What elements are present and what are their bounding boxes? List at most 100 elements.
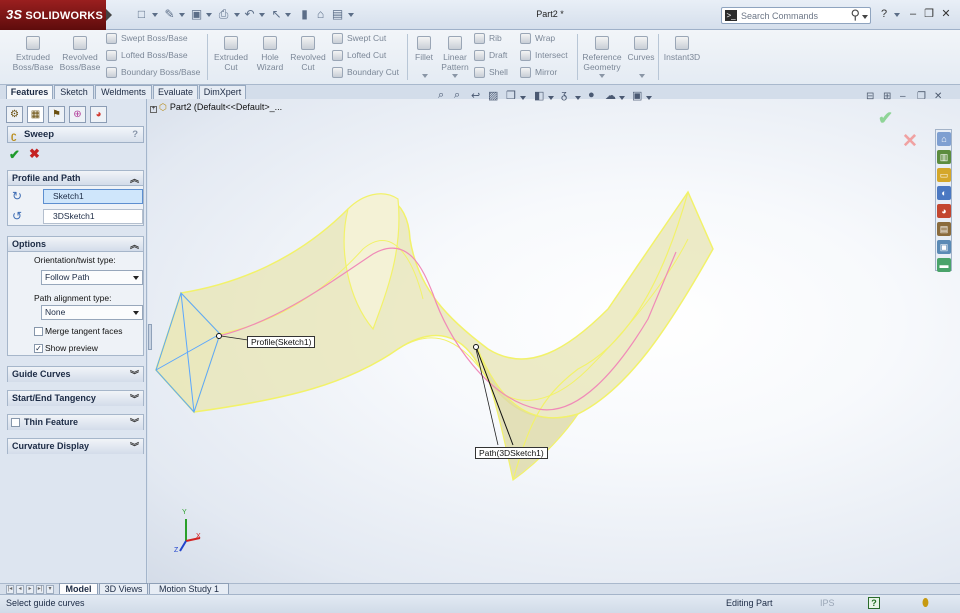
- options-header[interactable]: Options ︽: [8, 237, 143, 252]
- custom-properties-icon[interactable]: ▤: [937, 222, 951, 236]
- options-icon[interactable]: ▤: [331, 8, 344, 21]
- help-dropdown-icon[interactable]: [894, 13, 900, 17]
- apply-scene-icon[interactable]: ☁: [605, 89, 616, 102]
- expand-chevron-icon[interactable]: ︾: [130, 392, 139, 406]
- restore-button[interactable]: ❐: [922, 8, 936, 21]
- photoview-icon[interactable]: ▣: [937, 240, 951, 254]
- view-orientation-icon[interactable]: ❒: [506, 89, 516, 102]
- draft-button[interactable]: Draft: [474, 48, 507, 62]
- minimize-button[interactable]: –: [906, 8, 920, 21]
- lofted-boss-button[interactable]: Lofted Boss/Base: [106, 48, 188, 62]
- first-tab-arrow-icon[interactable]: |◂: [6, 585, 14, 594]
- unit-system[interactable]: IPS: [820, 598, 835, 608]
- next-tab-arrow-icon[interactable]: ▸: [26, 585, 34, 594]
- profile-point[interactable]: [216, 333, 222, 339]
- print-dropdown-icon[interactable]: [234, 13, 240, 17]
- display-manager-tab-icon[interactable]: ◕: [90, 106, 107, 123]
- thin-feature-group[interactable]: Thin Feature ︾: [7, 414, 144, 430]
- tab-list-arrow-icon[interactable]: ▾: [46, 585, 54, 594]
- tab-dimxpert[interactable]: DimXpert: [199, 85, 246, 99]
- intersect-button[interactable]: Intersect: [520, 48, 568, 62]
- extruded-boss-button[interactable]: Extruded Boss/Base: [10, 36, 56, 72]
- feature-manager-tab-icon[interactable]: ⚙: [6, 106, 23, 123]
- shell-button[interactable]: Shell: [474, 65, 508, 79]
- undo-icon[interactable]: ↶: [243, 8, 256, 21]
- section-view-icon[interactable]: ▨: [488, 89, 498, 102]
- zoom-to-fit-icon[interactable]: ⌕: [438, 89, 444, 102]
- panel-collapse-handle[interactable]: [148, 324, 152, 350]
- previous-view-icon[interactable]: ↩: [471, 89, 480, 102]
- hide-show-items-icon[interactable]: ᵹ: [561, 89, 567, 101]
- expand-chevron-icon[interactable]: ︾: [130, 416, 139, 430]
- search-icon[interactable]: ⚲: [850, 7, 860, 23]
- curves-dropdown-icon[interactable]: [639, 74, 645, 78]
- profile-and-path-header[interactable]: Profile and Path ︽: [8, 171, 143, 186]
- extruded-cut-button[interactable]: Extruded Cut: [211, 36, 251, 72]
- expand-chevron-icon[interactable]: ︾: [130, 368, 139, 382]
- hole-wizard-button[interactable]: Hole Wizard: [251, 36, 289, 72]
- design-library-icon[interactable]: ▥: [937, 150, 951, 164]
- lofted-cut-button[interactable]: Lofted Cut: [332, 48, 386, 62]
- path-point[interactable]: [473, 344, 479, 350]
- view-settings-dropdown-icon[interactable]: [646, 96, 652, 100]
- viewport-prev-icon[interactable]: ⊟: [866, 91, 874, 102]
- help-icon[interactable]: ?: [132, 127, 138, 142]
- confirm-cancel-icon[interactable]: ✕: [902, 130, 918, 153]
- collapse-chevron-icon[interactable]: ︽: [130, 172, 139, 186]
- view-palette-icon[interactable]: ◐: [937, 186, 951, 200]
- hide-show-dropdown-icon[interactable]: [575, 96, 581, 100]
- pattern-dropdown-icon[interactable]: [452, 74, 458, 78]
- collapse-chevron-icon[interactable]: ︽: [130, 238, 139, 252]
- options-dropdown-icon[interactable]: [348, 13, 354, 17]
- menu-expand-arrow[interactable]: [106, 9, 112, 21]
- dimxpert-manager-tab-icon[interactable]: ⊕: [69, 106, 86, 123]
- search-commands-input[interactable]: >_ Search Commands ⚲: [721, 7, 871, 24]
- expand-chevron-icon[interactable]: ︾: [130, 440, 139, 454]
- fillet-button[interactable]: Fillet: [410, 36, 438, 62]
- search-dropdown-icon[interactable]: [862, 15, 868, 19]
- view-orientation-dropdown-icon[interactable]: [520, 96, 526, 100]
- boundary-boss-button[interactable]: Boundary Boss/Base: [106, 65, 200, 79]
- path-callout[interactable]: Path(3DSketch1): [475, 447, 548, 459]
- confirm-ok-icon[interactable]: ✔: [878, 108, 893, 129]
- save-icon[interactable]: ▣: [190, 8, 203, 21]
- view-settings-icon[interactable]: ▣: [632, 89, 642, 102]
- display-style-dropdown-icon[interactable]: [548, 96, 554, 100]
- curves-button[interactable]: Curves: [626, 36, 656, 62]
- viewport-next-icon[interactable]: ⊞: [883, 91, 891, 102]
- tab-sketch[interactable]: Sketch: [54, 85, 94, 99]
- wrap-button[interactable]: Wrap: [520, 31, 555, 45]
- start-end-tangency-group[interactable]: Start/End Tangency ︾: [7, 390, 144, 406]
- boundary-cut-button[interactable]: Boundary Cut: [332, 65, 399, 79]
- open-dropdown-icon[interactable]: [179, 13, 185, 17]
- display-style-icon[interactable]: ◧: [534, 89, 544, 102]
- swept-cut-button[interactable]: Swept Cut: [332, 31, 386, 45]
- last-tab-arrow-icon[interactable]: ▸|: [36, 585, 44, 594]
- reference-geometry-dropdown-icon[interactable]: [599, 74, 605, 78]
- solidworks-logo[interactable]: 3S SOLIDWORKS: [0, 0, 106, 30]
- viewport-minimize-icon[interactable]: –: [900, 91, 906, 102]
- save-dropdown-icon[interactable]: [206, 13, 212, 17]
- open-icon[interactable]: ✎: [163, 8, 176, 21]
- prev-tab-arrow-icon[interactable]: ◂: [16, 585, 24, 594]
- help-button[interactable]: ?: [877, 8, 891, 21]
- viewport-close-icon[interactable]: ✕: [934, 91, 942, 102]
- profile-selection-box[interactable]: Sketch1: [43, 189, 143, 204]
- show-preview-checkbox[interactable]: ✓: [34, 344, 43, 353]
- new-dropdown-icon[interactable]: [152, 13, 158, 17]
- linear-pattern-button[interactable]: Linear Pattern: [439, 36, 471, 72]
- appearances-icon[interactable]: ◕: [937, 204, 951, 218]
- new-document-icon[interactable]: □: [135, 8, 148, 21]
- tab-weldments[interactable]: Weldments: [95, 85, 152, 99]
- merge-tangent-faces-checkbox[interactable]: [34, 327, 43, 336]
- quick-help-icon[interactable]: ?: [868, 597, 880, 609]
- ok-checkmark-icon[interactable]: ✔: [9, 147, 20, 163]
- mirror-button[interactable]: Mirror: [520, 65, 557, 79]
- rib-button[interactable]: Rib: [474, 31, 502, 45]
- revolved-cut-button[interactable]: Revolved Cut: [288, 36, 328, 72]
- select-icon[interactable]: ↖: [270, 8, 283, 21]
- path-alignment-select[interactable]: None: [41, 305, 143, 320]
- swept-boss-button[interactable]: Swept Boss/Base: [106, 31, 188, 45]
- curvature-display-group[interactable]: Curvature Display ︾: [7, 438, 144, 454]
- feature-tree-root[interactable]: + ⬡ Part2 (Default<<Default>_...: [150, 102, 282, 113]
